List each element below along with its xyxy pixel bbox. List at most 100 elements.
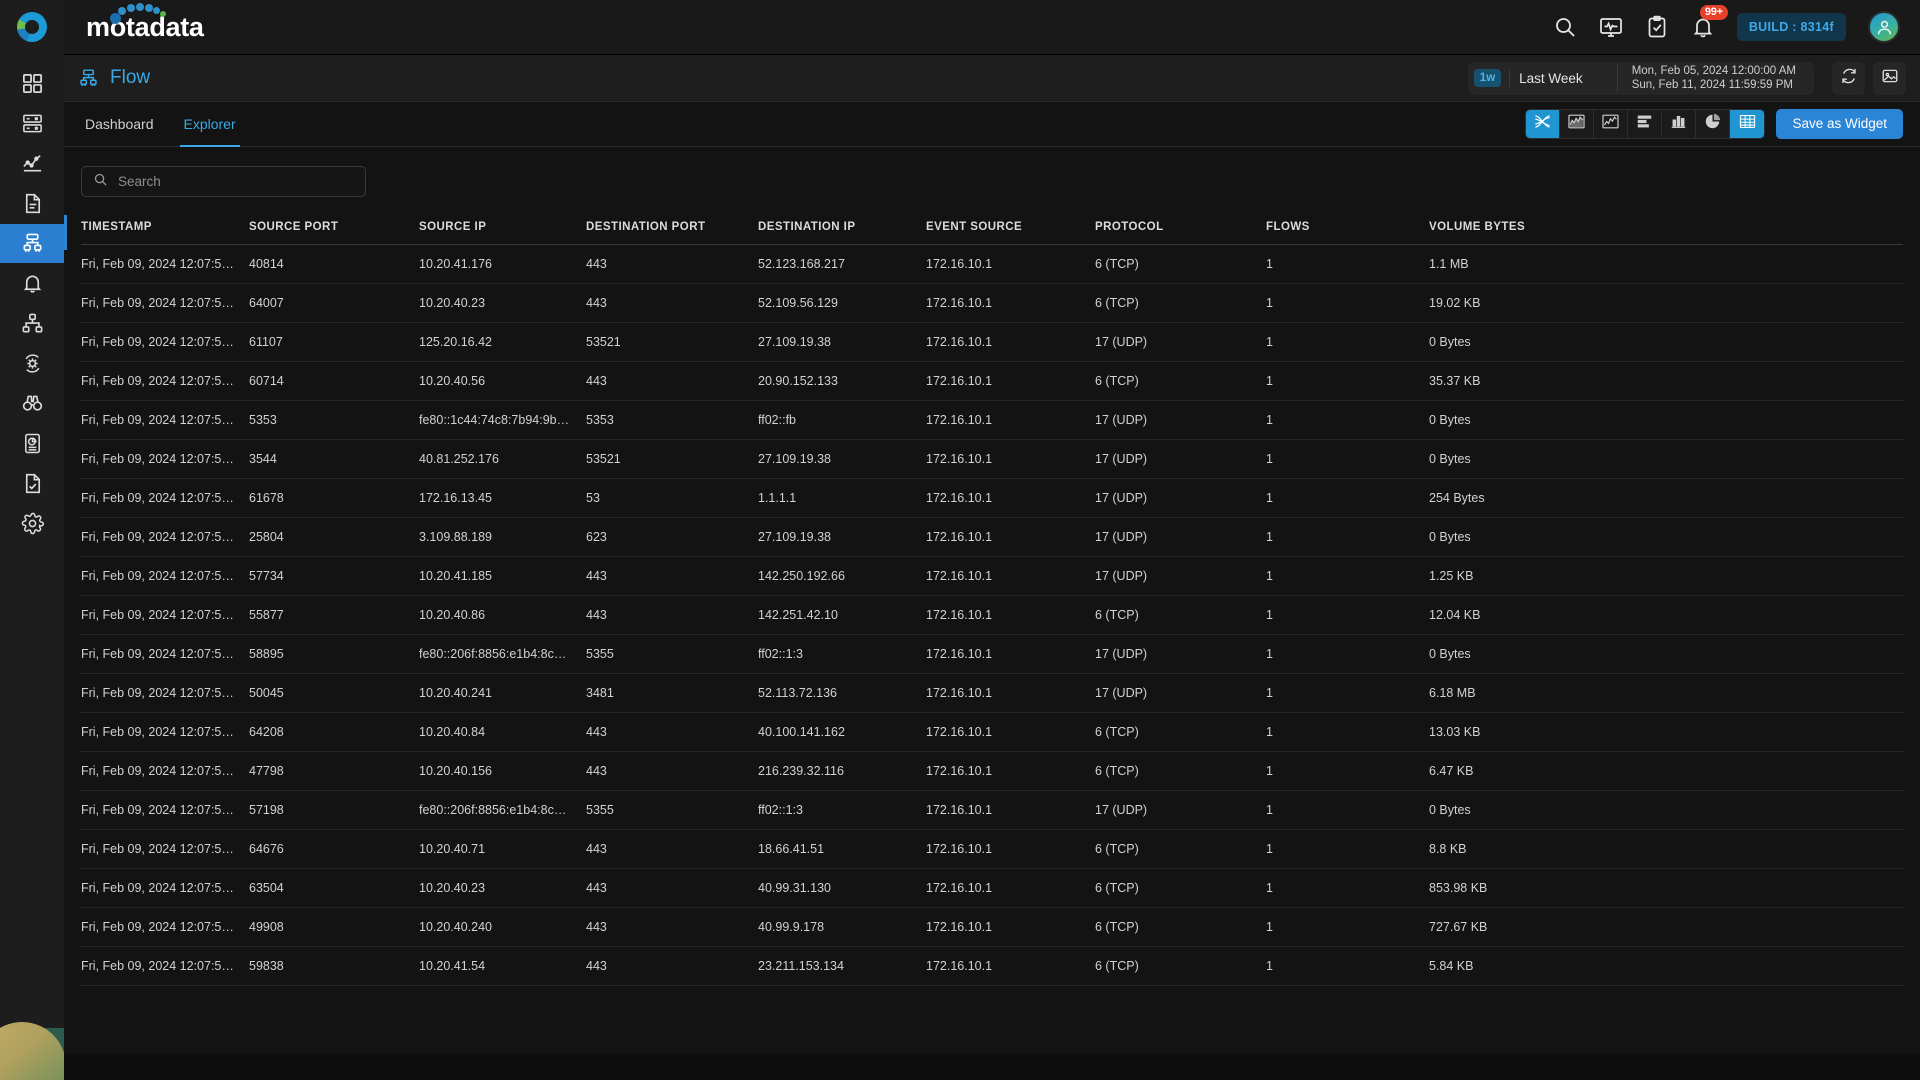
viz-flow-stream-button[interactable] bbox=[1526, 110, 1561, 138]
viz-table-button[interactable] bbox=[1730, 110, 1765, 138]
table-row[interactable]: Fri, Feb 09, 2024 12:07:57 PM 59838 10.20.… bbox=[81, 946, 1903, 986]
table-cell: 3544 bbox=[249, 439, 419, 479]
viz-line-chart-button[interactable] bbox=[1594, 110, 1629, 138]
table-column-header[interactable]: VOLUME BYTES bbox=[1429, 215, 1903, 245]
table-row[interactable]: Fri, Feb 09, 2024 12:07:57 PM 64007 10.20.… bbox=[81, 283, 1903, 323]
tab-dashboard[interactable]: Dashboard bbox=[81, 102, 158, 147]
monitor-icon[interactable] bbox=[1599, 15, 1623, 39]
sidebar-item-automation[interactable] bbox=[0, 344, 64, 383]
table-row[interactable]: Fri, Feb 09, 2024 12:07:57 PM 57734 10.20.… bbox=[81, 556, 1903, 596]
sidebar-item-dashboard[interactable] bbox=[0, 64, 64, 103]
table-cell: 1 bbox=[1266, 439, 1429, 479]
notification-badge: 99+ bbox=[1699, 5, 1728, 20]
table-row[interactable]: Fri, Feb 09, 2024 12:07:57 PM 5353 fe80::1… bbox=[81, 400, 1903, 440]
table-column-header[interactable]: DESTINATION IP bbox=[758, 215, 926, 245]
table-row[interactable]: Fri, Feb 09, 2024 12:07:57 PM 64208 10.20.… bbox=[81, 712, 1903, 752]
table-row[interactable]: Fri, Feb 09, 2024 12:07:57 PM 49908 10.20.… bbox=[81, 907, 1903, 947]
table-cell: 1 bbox=[1266, 556, 1429, 596]
table-column-header[interactable]: PROTOCOL bbox=[1095, 215, 1266, 245]
visualization-type-group bbox=[1525, 109, 1766, 139]
sidebar-item-reports[interactable] bbox=[0, 424, 64, 463]
table-cell: 623 bbox=[586, 517, 758, 557]
tab-explorer[interactable]: Explorer bbox=[180, 102, 240, 147]
save-as-widget-button[interactable]: Save as Widget bbox=[1776, 109, 1903, 139]
table-row[interactable]: Fri, Feb 09, 2024 12:07:57 PM 47798 10.20.… bbox=[81, 751, 1903, 791]
viz-pie-chart-button[interactable] bbox=[1696, 110, 1731, 138]
table-cell: 6 (TCP) bbox=[1095, 907, 1266, 947]
viz-vertical-bar-button[interactable] bbox=[1662, 110, 1697, 138]
table-row[interactable]: Fri, Feb 09, 2024 12:07:57 PM 50045 10.20.… bbox=[81, 673, 1903, 713]
sidebar-item-infrastructure[interactable] bbox=[0, 104, 64, 143]
table-cell: 443 bbox=[586, 361, 758, 401]
table-column-header[interactable]: SOURCE PORT bbox=[249, 215, 419, 245]
table-row[interactable]: Fri, Feb 09, 2024 12:07:57 PM 61107 125.20… bbox=[81, 322, 1903, 362]
refresh-button[interactable] bbox=[1832, 61, 1865, 95]
table-row[interactable]: Fri, Feb 09, 2024 12:07:57 PM 58895 fe80::… bbox=[81, 634, 1903, 674]
bell-icon[interactable]: 99+ bbox=[1691, 5, 1728, 39]
brand-wordmark: motadata bbox=[86, 2, 204, 43]
sidebar-item-alerts[interactable] bbox=[0, 264, 64, 303]
table-cell: 125.20.16.42 bbox=[419, 322, 586, 362]
table-row[interactable]: Fri, Feb 09, 2024 12:07:57 PM 64676 10.20.… bbox=[81, 829, 1903, 869]
brand-text-pre: m bbox=[86, 11, 110, 42]
line-chart-icon bbox=[1601, 112, 1620, 136]
sidebar-item-flow[interactable] bbox=[0, 224, 64, 263]
table-column-header[interactable]: FLOWS bbox=[1266, 215, 1429, 245]
table-column-header[interactable]: DESTINATION PORT bbox=[586, 215, 758, 245]
main-panel: Flow 1w Last Week Mon, Feb 05, 2024 12:0… bbox=[64, 55, 1920, 1080]
table-cell: 6 (TCP) bbox=[1095, 712, 1266, 752]
table-row[interactable]: Fri, Feb 09, 2024 12:07:57 PM 60714 10.20.… bbox=[81, 361, 1903, 401]
table-cell: 40.99.31.130 bbox=[758, 868, 926, 908]
build-version-chip[interactable]: BUILD : 8314f bbox=[1736, 13, 1846, 41]
table-column-header[interactable]: EVENT SOURCE bbox=[926, 215, 1095, 245]
sidebar-item-compliance[interactable] bbox=[0, 464, 64, 503]
table-column-header[interactable]: SOURCE IP bbox=[419, 215, 586, 245]
table-row[interactable]: Fri, Feb 09, 2024 12:07:57 PM 61678 172.16… bbox=[81, 478, 1903, 518]
export-image-button[interactable] bbox=[1873, 61, 1906, 95]
flow-icon bbox=[78, 68, 99, 89]
table-cell: 17 (UDP) bbox=[1095, 478, 1266, 518]
table-row[interactable]: Fri, Feb 09, 2024 12:07:57 PM 40814 10.20.… bbox=[81, 244, 1903, 284]
table-cell: 172.16.10.1 bbox=[926, 829, 1095, 869]
table-row[interactable]: Fri, Feb 09, 2024 12:07:57 PM 3544 40.81.2… bbox=[81, 439, 1903, 479]
table-cell: 172.16.10.1 bbox=[926, 283, 1095, 323]
search-input[interactable] bbox=[118, 174, 354, 189]
sidebar-item-logs[interactable] bbox=[0, 184, 64, 223]
table-cell: 52.113.72.136 bbox=[758, 673, 926, 713]
search-icon[interactable] bbox=[1553, 15, 1577, 39]
avatar[interactable] bbox=[1868, 11, 1900, 43]
table-row[interactable]: Fri, Feb 09, 2024 12:07:57 PM 57198 fe80::… bbox=[81, 790, 1903, 830]
clipboard-check-icon[interactable] bbox=[1645, 15, 1669, 39]
sidebar-item-settings[interactable] bbox=[0, 504, 64, 543]
vertical-bar-icon bbox=[1669, 112, 1688, 136]
sidebar-item-discovery[interactable] bbox=[0, 384, 64, 423]
table-cell: 10.20.41.185 bbox=[419, 556, 586, 596]
table-cell: Fri, Feb 09, 2024 12:07:57 PM bbox=[81, 751, 249, 791]
table-cell: 1 bbox=[1266, 361, 1429, 401]
table-cell: 17 (UDP) bbox=[1095, 556, 1266, 596]
table-row[interactable]: Fri, Feb 09, 2024 12:07:57 PM 25804 3.109.… bbox=[81, 517, 1903, 557]
table-cell: 6 (TCP) bbox=[1095, 283, 1266, 323]
table-cell: Fri, Feb 09, 2024 12:07:57 PM bbox=[81, 517, 249, 557]
table-cell: 0 Bytes bbox=[1429, 517, 1903, 557]
table-cell: 10.20.40.71 bbox=[419, 829, 586, 869]
viz-horizontal-bar-button[interactable] bbox=[1628, 110, 1663, 138]
table-row[interactable]: Fri, Feb 09, 2024 12:07:57 PM 63504 10.20.… bbox=[81, 868, 1903, 908]
app-logo[interactable] bbox=[0, 0, 64, 55]
table-cell: 6 (TCP) bbox=[1095, 946, 1266, 986]
page-title: Flow bbox=[110, 67, 151, 88]
table-column-header[interactable]: TIMESTAMP bbox=[81, 215, 249, 245]
search-box[interactable] bbox=[81, 166, 366, 197]
table-row[interactable]: Fri, Feb 09, 2024 12:07:57 PM 55877 10.20.… bbox=[81, 595, 1903, 635]
date-range-label: Last Week bbox=[1509, 69, 1617, 87]
table-cell: Fri, Feb 09, 2024 12:07:57 PM bbox=[81, 829, 249, 869]
viz-area-chart-button[interactable] bbox=[1560, 110, 1595, 138]
table-cell: 10.20.40.56 bbox=[419, 361, 586, 401]
sidebar-item-metrics[interactable] bbox=[0, 144, 64, 183]
table-cell: Fri, Feb 09, 2024 12:07:57 PM bbox=[81, 595, 249, 635]
table-cell: 443 bbox=[586, 829, 758, 869]
flow-records-table: TIMESTAMP SOURCE PORT SOURCE IP DESTINATION… bbox=[81, 215, 1903, 986]
table-cell: 64208 bbox=[249, 712, 419, 752]
sidebar-item-topology[interactable] bbox=[0, 304, 64, 343]
date-range-picker[interactable]: 1w Last Week Mon, Feb 05, 2024 12:00:00 … bbox=[1467, 61, 1814, 95]
